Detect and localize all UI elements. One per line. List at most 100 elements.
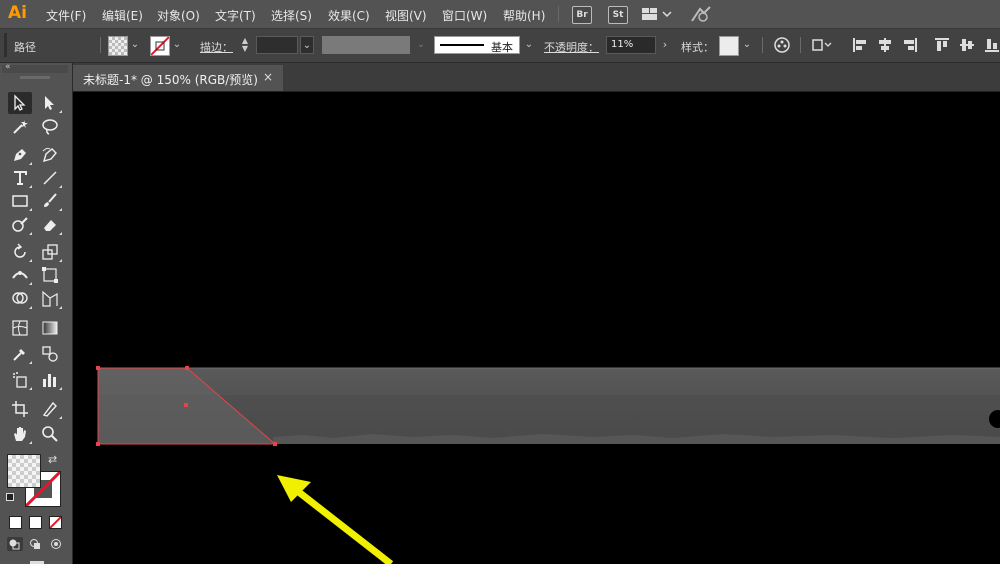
menu-help[interactable]: 帮助(H) [503,7,545,24]
stroke-swatch[interactable] [150,36,170,56]
stroke-dropdown-icon[interactable]: ⌄ [170,36,184,54]
divider [800,37,801,53]
fill-color-front[interactable] [7,454,41,488]
rectangle-tool[interactable] [8,190,32,212]
menu-window[interactable]: 窗口(W) [442,7,487,24]
control-bar: 路径 ⌄ ⌄ 描边： ▲ ▼ ⌄ ⌄ 基本 ⌄ 不透明度： 11% › 样式： ⌄ [0,29,1000,63]
shaper-tool[interactable] [8,214,32,236]
magic-wand-tool[interactable] [8,116,32,138]
draw-inside-icon[interactable] [48,537,64,551]
artboard-canvas[interactable] [73,92,1000,564]
stock-button[interactable]: St [608,6,628,24]
blend-tool[interactable] [38,343,62,365]
pen-tool[interactable] [8,144,32,166]
perspective-grid-icon [42,290,58,307]
rotate-tool[interactable] [8,241,32,263]
none-mode-icon[interactable] [49,516,62,529]
width-tool[interactable] [8,264,32,286]
brush-dropdown-icon[interactable]: ⌄ [522,36,536,54]
anchor-point [96,366,100,370]
eraser-tool[interactable] [38,214,62,236]
artboard-icon [12,401,28,417]
align-bottom-icon[interactable] [984,37,1000,53]
symbol-sprayer-icon [13,372,27,388]
hand-tool[interactable] [8,423,32,445]
fill-swatch[interactable] [108,36,128,56]
lasso-icon [42,119,58,135]
opacity-arrow-icon[interactable]: › [658,36,672,54]
menu-select[interactable]: 选择(S) [271,7,312,24]
column-graph-tool[interactable] [38,369,62,391]
artboard-tool[interactable] [8,398,32,420]
selection-tool[interactable] [8,92,32,114]
direct-selection-tool[interactable] [38,92,62,114]
shaper-icon [12,217,28,232]
perspective-grid-tool[interactable] [38,288,62,310]
stroke-weight-dropdown-icon[interactable]: ⌄ [300,36,314,54]
fill-dropdown-icon[interactable]: ⌄ [128,36,142,54]
line-segment-tool[interactable] [38,167,62,189]
opacity-label[interactable]: 不透明度： [544,39,599,55]
menu-object[interactable]: 对象(O) [157,7,200,24]
draw-normal-icon[interactable] [7,537,23,551]
scale-tool[interactable] [38,241,62,263]
color-mode-icon[interactable] [9,516,22,529]
recolor-artwork-icon[interactable] [774,37,790,53]
align-vertical-center-icon[interactable] [959,37,975,53]
document-tab[interactable]: 未标题-1* @ 150% (RGB/预览) × [73,65,283,91]
draw-behind-icon[interactable] [28,537,44,551]
collapse-panel-icon[interactable]: « [5,62,11,72]
anchor-point [96,442,100,446]
blend-icon [42,346,58,362]
menu-view[interactable]: 视图(V) [385,7,427,24]
lasso-tool[interactable] [38,116,62,138]
variable-width-dropdown-icon[interactable]: ⌄ [414,36,428,54]
type-tool[interactable] [8,167,32,189]
document-tab-bar: 未标题-1* @ 150% (RGB/预览) × [73,63,1000,92]
style-dropdown-icon[interactable]: ⌄ [740,36,754,54]
variable-width-profile[interactable] [322,36,410,54]
menu-file[interactable]: 文件(F) [46,7,86,24]
tools-panel-handle[interactable] [20,76,50,79]
free-transform-tool[interactable] [38,264,62,286]
stroke-weight-input[interactable] [256,36,298,54]
tools-panel-grip[interactable]: « [2,62,68,73]
control-bar-grip[interactable] [4,33,7,57]
rectangle-icon [12,195,28,207]
hand-icon [14,427,26,441]
close-tab-icon[interactable]: × [263,70,273,84]
center-point [184,403,188,407]
reference-point-icon[interactable] [812,37,832,53]
stroke-label[interactable]: 描边： [200,39,233,55]
menu-edit[interactable]: 编辑(E) [102,7,143,24]
align-left-icon[interactable] [852,37,868,53]
align-horizontal-center-icon[interactable] [877,37,893,53]
gradient-mode-icon[interactable] [29,516,42,529]
bridge-button[interactable]: Br [572,6,592,24]
gpu-performance-icon[interactable] [690,5,712,26]
curvature-icon [42,147,57,163]
zoom-icon [42,426,58,442]
slice-tool[interactable] [38,398,62,420]
opacity-input[interactable]: 11% [606,36,656,54]
swap-colors-icon[interactable]: ⇄ [48,453,57,466]
opacity-value: 11% [611,39,634,50]
paintbrush-tool[interactable] [38,190,62,212]
stroke-weight-stepper[interactable]: ▲ ▼ [238,37,252,53]
eyedropper-tool[interactable] [8,343,32,365]
menu-type[interactable]: 文字(T) [215,7,256,24]
menu-bar: Ai 文件(F) 编辑(E) 对象(O) 文字(T) 选择(S) 效果(C) 视… [0,0,1000,29]
brush-definition[interactable]: 基本 [434,36,520,54]
zoom-tool[interactable] [38,423,62,445]
shape-builder-tool[interactable] [8,288,32,310]
align-top-icon[interactable] [934,37,950,53]
gradient-tool[interactable] [38,317,62,339]
default-colors-icon[interactable] [6,493,14,501]
symbol-sprayer-tool[interactable] [8,369,32,391]
curvature-tool[interactable] [38,144,62,166]
menu-effect[interactable]: 效果(C) [328,7,370,24]
graphic-style-swatch[interactable] [719,36,739,56]
align-right-icon[interactable] [902,37,918,53]
arrange-documents-icon[interactable] [642,7,672,24]
mesh-tool[interactable] [8,317,32,339]
